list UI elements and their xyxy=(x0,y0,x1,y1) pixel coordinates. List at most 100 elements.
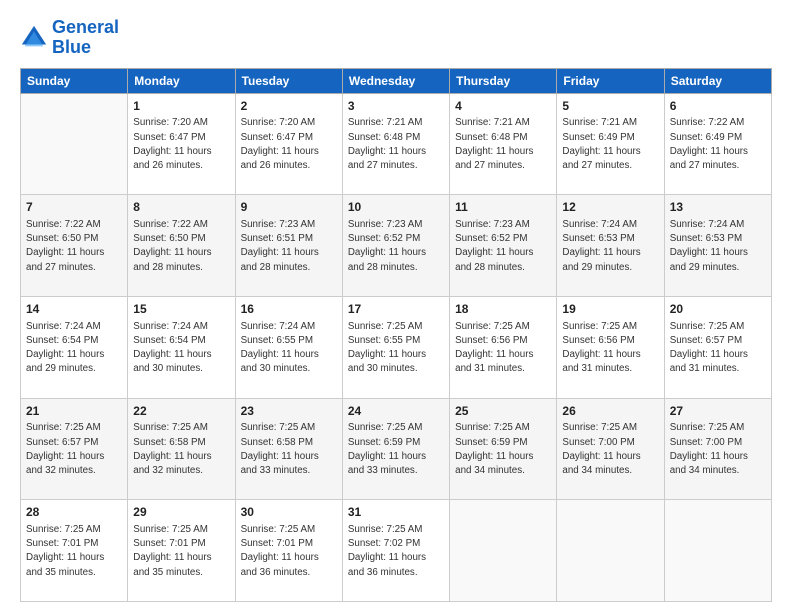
day-number: 30 xyxy=(241,504,337,521)
day-number: 12 xyxy=(562,199,658,216)
calendar-cell: 3Sunrise: 7:21 AM Sunset: 6:48 PM Daylig… xyxy=(342,93,449,195)
logo-text: General Blue xyxy=(52,18,119,58)
day-info: Sunrise: 7:25 AM Sunset: 7:00 PM Dayligh… xyxy=(670,421,766,478)
logo-icon xyxy=(20,24,48,52)
day-number: 6 xyxy=(670,98,766,115)
day-info: Sunrise: 7:25 AM Sunset: 7:01 PM Dayligh… xyxy=(133,523,229,580)
calendar-cell: 15Sunrise: 7:24 AM Sunset: 6:54 PM Dayli… xyxy=(128,296,235,398)
calendar-week-row: 21Sunrise: 7:25 AM Sunset: 6:57 PM Dayli… xyxy=(21,398,772,500)
day-info: Sunrise: 7:25 AM Sunset: 6:58 PM Dayligh… xyxy=(241,421,337,478)
day-number: 9 xyxy=(241,199,337,216)
day-number: 14 xyxy=(26,301,122,318)
day-of-week-header: Wednesday xyxy=(342,68,449,93)
day-number: 21 xyxy=(26,403,122,420)
day-info: Sunrise: 7:25 AM Sunset: 6:55 PM Dayligh… xyxy=(348,320,444,377)
calendar-cell: 21Sunrise: 7:25 AM Sunset: 6:57 PM Dayli… xyxy=(21,398,128,500)
day-number: 27 xyxy=(670,403,766,420)
calendar-cell xyxy=(21,93,128,195)
day-number: 7 xyxy=(26,199,122,216)
day-info: Sunrise: 7:21 AM Sunset: 6:48 PM Dayligh… xyxy=(455,116,551,173)
day-of-week-header: Sunday xyxy=(21,68,128,93)
calendar-cell: 31 Sunrise: 7:25 AM Sunset: 7:02 PM Dayli… xyxy=(342,500,449,602)
day-number: 29 xyxy=(133,504,229,521)
day-number: 10 xyxy=(348,199,444,216)
day-number: 28 xyxy=(26,504,122,521)
calendar-cell: 26Sunrise: 7:25 AM Sunset: 7:00 PM Dayli… xyxy=(557,398,664,500)
calendar-cell: 11 Sunrise: 7:23 AM Sunset: 6:52 PM Dayli… xyxy=(450,195,557,297)
day-info: Sunrise: 7:21 AM Sunset: 6:49 PM Dayligh… xyxy=(562,116,658,173)
calendar-cell: 2Sunrise: 7:20 AM Sunset: 6:47 PM Daylig… xyxy=(235,93,342,195)
day-number: 25 xyxy=(455,403,551,420)
day-info: Sunrise: 7:25 AM Sunset: 6:57 PM Dayligh… xyxy=(26,421,122,478)
calendar-cell: 30 Sunrise: 7:25 AM Sunset: 7:01 PM Dayli… xyxy=(235,500,342,602)
day-number: 31 xyxy=(348,504,444,521)
day-info: Sunrise: 7:25 AM Sunset: 7:01 PM Dayligh… xyxy=(241,523,337,580)
calendar-cell: 9 Sunrise: 7:23 AM Sunset: 6:51 PM Daylig… xyxy=(235,195,342,297)
day-info: Sunrise: 7:25 AM Sunset: 6:59 PM Dayligh… xyxy=(455,421,551,478)
day-number: 15 xyxy=(133,301,229,318)
day-info: Sunrise: 7:24 AM Sunset: 6:53 PM Dayligh… xyxy=(562,218,658,275)
calendar-cell: 14 Sunrise: 7:24 AM Sunset: 6:54 PM Dayli… xyxy=(21,296,128,398)
calendar-cell: 20Sunrise: 7:25 AM Sunset: 6:57 PM Dayli… xyxy=(664,296,771,398)
day-number: 19 xyxy=(562,301,658,318)
calendar-cell: 19 Sunrise: 7:25 AM Sunset: 6:56 PM Dayli… xyxy=(557,296,664,398)
day-info: Sunrise: 7:23 AM Sunset: 6:52 PM Dayligh… xyxy=(348,218,444,275)
calendar-cell: 16 Sunrise: 7:24 AM Sunset: 6:55 PM Dayli… xyxy=(235,296,342,398)
calendar-week-row: 1Sunrise: 7:20 AM Sunset: 6:47 PM Daylig… xyxy=(21,93,772,195)
day-info: Sunrise: 7:25 AM Sunset: 7:02 PM Dayligh… xyxy=(348,523,444,580)
day-info: Sunrise: 7:22 AM Sunset: 6:49 PM Dayligh… xyxy=(670,116,766,173)
day-number: 22 xyxy=(133,403,229,420)
calendar-cell: 29 Sunrise: 7:25 AM Sunset: 7:01 PM Dayli… xyxy=(128,500,235,602)
day-info: Sunrise: 7:24 AM Sunset: 6:54 PM Dayligh… xyxy=(26,320,122,377)
calendar-cell xyxy=(557,500,664,602)
calendar-body: 1Sunrise: 7:20 AM Sunset: 6:47 PM Daylig… xyxy=(21,93,772,601)
day-number: 17 xyxy=(348,301,444,318)
calendar-cell: 10 Sunrise: 7:23 AM Sunset: 6:52 PM Dayli… xyxy=(342,195,449,297)
calendar-cell: 18Sunrise: 7:25 AM Sunset: 6:56 PM Dayli… xyxy=(450,296,557,398)
calendar-cell: 1Sunrise: 7:20 AM Sunset: 6:47 PM Daylig… xyxy=(128,93,235,195)
day-info: Sunrise: 7:22 AM Sunset: 6:50 PM Dayligh… xyxy=(133,218,229,275)
day-info: Sunrise: 7:20 AM Sunset: 6:47 PM Dayligh… xyxy=(133,116,229,173)
calendar-cell: 25Sunrise: 7:25 AM Sunset: 6:59 PM Dayli… xyxy=(450,398,557,500)
calendar-cell: 13 Sunrise: 7:24 AM Sunset: 6:53 PM Dayli… xyxy=(664,195,771,297)
header-row: SundayMondayTuesdayWednesdayThursdayFrid… xyxy=(21,68,772,93)
day-info: Sunrise: 7:25 AM Sunset: 7:01 PM Dayligh… xyxy=(26,523,122,580)
day-number: 1 xyxy=(133,98,229,115)
day-info: Sunrise: 7:25 AM Sunset: 6:58 PM Dayligh… xyxy=(133,421,229,478)
day-info: Sunrise: 7:25 AM Sunset: 6:56 PM Dayligh… xyxy=(455,320,551,377)
day-number: 23 xyxy=(241,403,337,420)
calendar-cell: 6Sunrise: 7:22 AM Sunset: 6:49 PM Daylig… xyxy=(664,93,771,195)
day-number: 8 xyxy=(133,199,229,216)
calendar-cell xyxy=(450,500,557,602)
calendar-cell: 12 Sunrise: 7:24 AM Sunset: 6:53 PM Dayli… xyxy=(557,195,664,297)
calendar-week-row: 14 Sunrise: 7:24 AM Sunset: 6:54 PM Dayli… xyxy=(21,296,772,398)
day-number: 13 xyxy=(670,199,766,216)
day-number: 2 xyxy=(241,98,337,115)
calendar-cell xyxy=(664,500,771,602)
day-of-week-header: Friday xyxy=(557,68,664,93)
day-number: 11 xyxy=(455,199,551,216)
day-number: 26 xyxy=(562,403,658,420)
calendar-cell: 24Sunrise: 7:25 AM Sunset: 6:59 PM Dayli… xyxy=(342,398,449,500)
calendar-cell: 23Sunrise: 7:25 AM Sunset: 6:58 PM Dayli… xyxy=(235,398,342,500)
day-number: 4 xyxy=(455,98,551,115)
calendar-week-row: 28 Sunrise: 7:25 AM Sunset: 7:01 PM Dayli… xyxy=(21,500,772,602)
logo: General Blue xyxy=(20,18,119,58)
calendar-header: SundayMondayTuesdayWednesdayThursdayFrid… xyxy=(21,68,772,93)
header: General Blue xyxy=(20,18,772,58)
day-number: 24 xyxy=(348,403,444,420)
day-info: Sunrise: 7:24 AM Sunset: 6:53 PM Dayligh… xyxy=(670,218,766,275)
day-of-week-header: Monday xyxy=(128,68,235,93)
calendar-cell: 17 Sunrise: 7:25 AM Sunset: 6:55 PM Dayli… xyxy=(342,296,449,398)
day-of-week-header: Thursday xyxy=(450,68,557,93)
calendar-cell: 7Sunrise: 7:22 AM Sunset: 6:50 PM Daylig… xyxy=(21,195,128,297)
calendar-cell: 8 Sunrise: 7:22 AM Sunset: 6:50 PM Daylig… xyxy=(128,195,235,297)
day-info: Sunrise: 7:25 AM Sunset: 6:56 PM Dayligh… xyxy=(562,320,658,377)
day-number: 3 xyxy=(348,98,444,115)
day-info: Sunrise: 7:23 AM Sunset: 6:52 PM Dayligh… xyxy=(455,218,551,275)
day-info: Sunrise: 7:24 AM Sunset: 6:55 PM Dayligh… xyxy=(241,320,337,377)
calendar-table: SundayMondayTuesdayWednesdayThursdayFrid… xyxy=(20,68,772,602)
day-number: 16 xyxy=(241,301,337,318)
day-info: Sunrise: 7:23 AM Sunset: 6:51 PM Dayligh… xyxy=(241,218,337,275)
day-number: 5 xyxy=(562,98,658,115)
